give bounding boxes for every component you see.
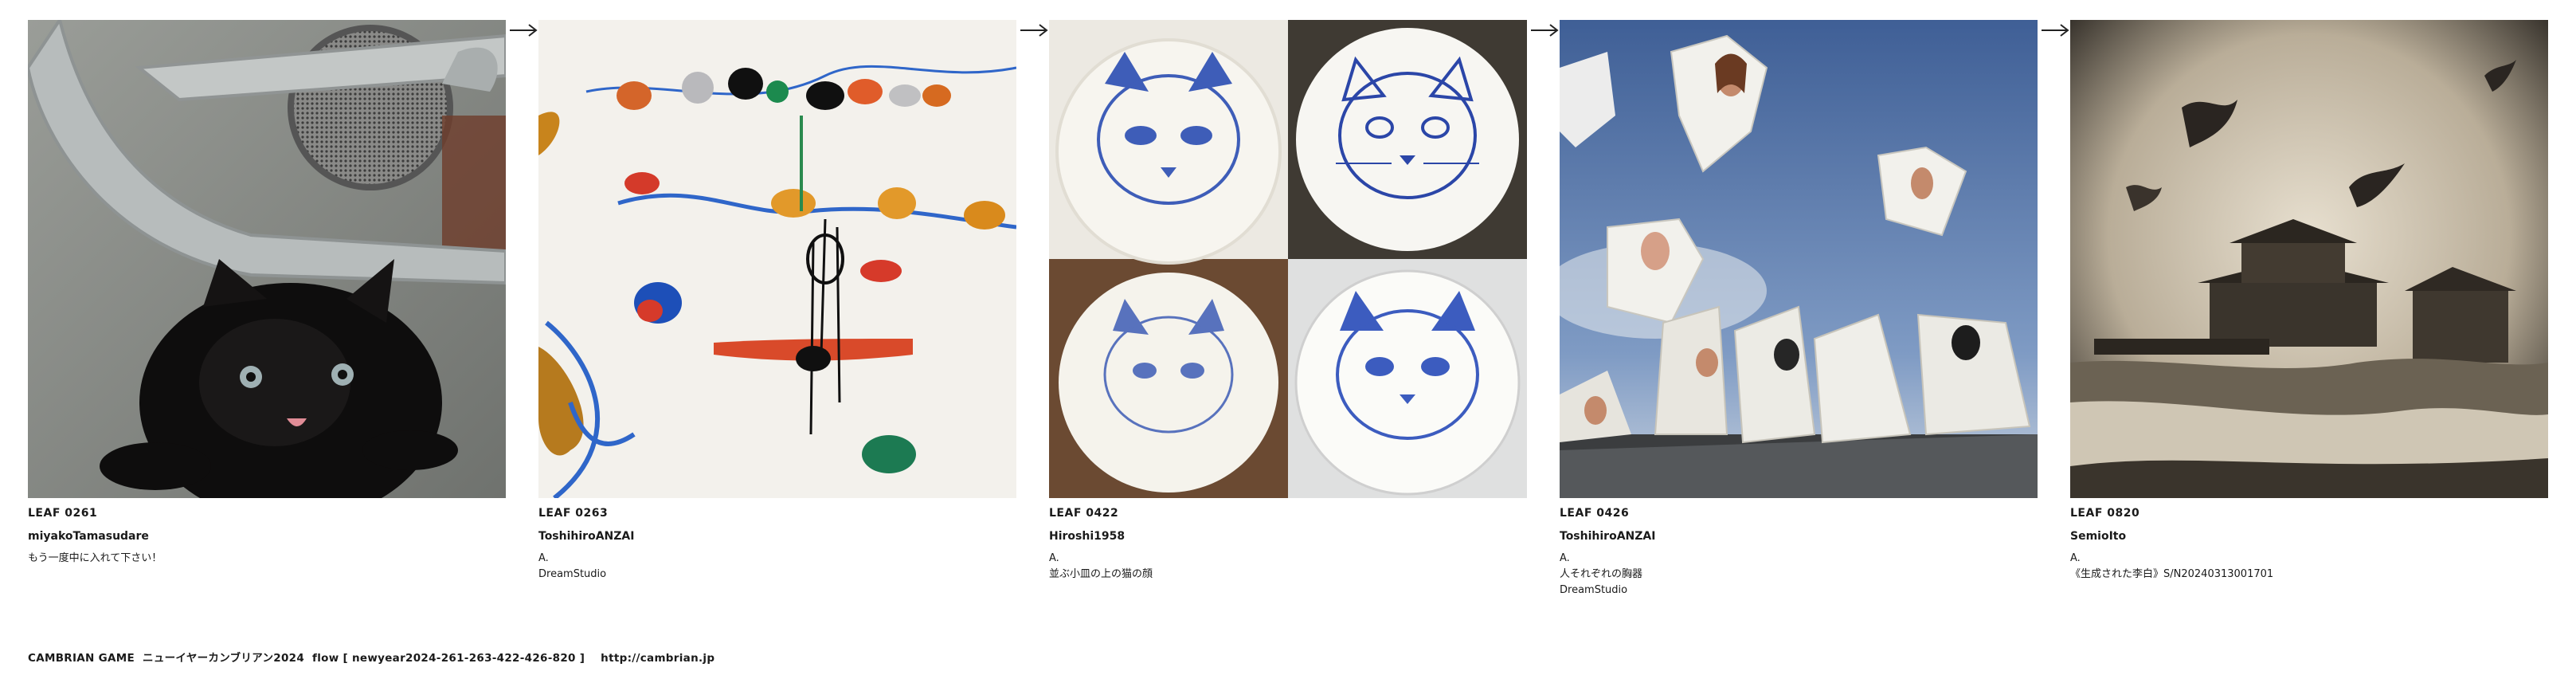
leaf-card-0261[interactable]: LEAF 0261 miyakoTamasudare もう一度中に入れて下さい！ [28,20,506,569]
leaf-caption: 人それぞれの胸器 [1560,568,1643,581]
leaf-caption: 並ぶ小皿の上の猫の顔 [1049,568,1153,581]
leaf-author[interactable]: SemioIto [2070,530,2548,543]
leaf-id[interactable]: LEAF 0820 [2070,507,2548,520]
leaf-author[interactable]: ToshihiroANZAI [538,530,1016,543]
leaf-id[interactable]: LEAF 0422 [1049,507,1527,520]
leaf-caption: A. [1049,551,1059,564]
leaf-id[interactable]: LEAF 0263 [538,507,1016,520]
leaf-meta: LEAF 0261 miyakoTamasudare もう一度中に入れて下さい！ [28,507,506,564]
footer-flow-info[interactable]: CAMBRIAN GAME ニューイヤーカンブリアン2024 flow [ ne… [28,649,714,665]
leaf-caption: DreamStudio [538,568,607,581]
leaf-id[interactable]: LEAF 0426 [1560,507,2038,520]
leaf-meta: LEAF 0422 Hiroshi1958 A. 並ぶ小皿の上の猫の顔 [1049,507,1527,581]
leaf-meta: LEAF 0820 SemioIto A. 《生成された李白》S/N202403… [2070,507,2548,581]
leaf-image-abstract[interactable] [538,20,1016,498]
right-arrow-icon [2042,24,2069,37]
leaf-card-0263[interactable]: LEAF 0263 ToshihiroANZAI A. DreamStudio [538,20,1016,585]
leaf-meta: LEAF 0426 ToshihiroANZAI A. 人それぞれの胸器 Dre… [1560,507,2038,597]
leaf-caption: A. [538,551,549,564]
leaf-card-0426[interactable]: LEAF 0426 ToshihiroANZAI A. 人それぞれの胸器 Dre… [1560,20,2038,602]
leaf-id[interactable]: LEAF 0261 [28,507,506,520]
leaf-author[interactable]: miyakoTamasudare [28,530,506,543]
leaf-image-paper-sculptures[interactable] [1560,20,2038,498]
leaf-meta: LEAF 0263 ToshihiroANZAI A. DreamStudio [538,507,1016,581]
leaf-image-cat-plates[interactable] [1049,20,1527,498]
leaf-author[interactable]: Hiroshi1958 [1049,530,1527,543]
right-arrow-icon [1531,24,1559,37]
leaf-card-0820[interactable]: LEAF 0820 SemioIto A. 《生成された李白》S/N202403… [2070,20,2548,585]
right-arrow-icon [1020,24,1048,37]
leaf-image-kitten[interactable] [28,20,506,498]
leaf-caption: A. [2070,551,2081,564]
leaf-image-sepia-temple[interactable] [2070,20,2548,498]
leaf-card-0422[interactable]: LEAF 0422 Hiroshi1958 A. 並ぶ小皿の上の猫の顔 [1049,20,1527,585]
right-arrow-icon [510,24,538,37]
leaf-caption: DreamStudio [1560,584,1628,597]
leaf-author[interactable]: ToshihiroANZAI [1560,530,2038,543]
leaf-caption: 《生成された李白》S/N20240313001701 [2070,568,2274,581]
leaf-caption: もう一度中に入れて下さい！ [28,551,162,564]
leaf-caption: A. [1560,551,1570,564]
